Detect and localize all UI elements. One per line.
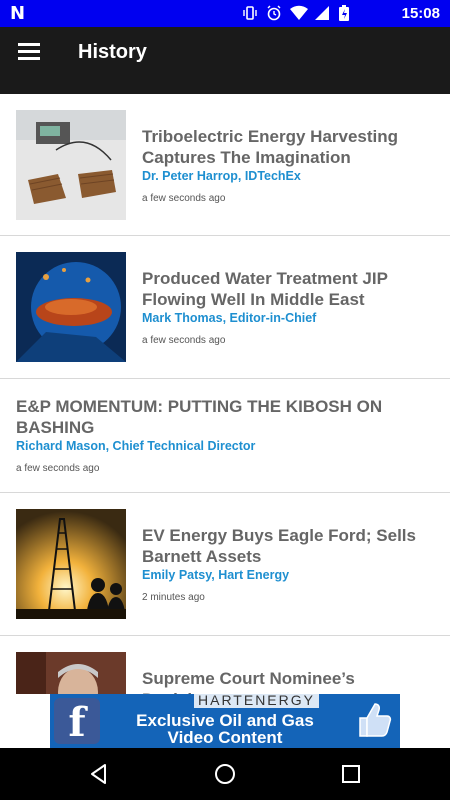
article-author: Dr. Peter Harrop, IDTechEx (142, 169, 301, 183)
menu-icon[interactable] (18, 43, 40, 61)
ad-text: Exclusive Oil and Gas Video Content (136, 711, 314, 747)
article-thumbnail (16, 509, 126, 620)
status-clock: 15:08 (401, 5, 440, 22)
ad-banner[interactable]: f HARTENERGY Exclusive Oil and Gas Video… (0, 694, 450, 748)
article-title[interactable]: Supreme Court Nominee’s Decisions (142, 668, 432, 694)
article-time: a few seconds ago (142, 193, 226, 204)
list-item[interactable]: Supreme Court Nominee’s Decisions (0, 636, 450, 694)
app-bar: History (0, 27, 450, 94)
wifi-icon (290, 5, 308, 21)
article-title[interactable]: E&P MOMENTUM: PUTTING THE KIBOSH ON BASH… (16, 396, 416, 438)
article-title[interactable]: EV Energy Buys Eagle Ford; Sells Barnett… (142, 525, 432, 567)
list-item[interactable]: EV Energy Buys Eagle Ford; Sells Barnett… (0, 493, 450, 636)
article-thumbnail (16, 110, 126, 220)
article-time: a few seconds ago (142, 335, 226, 346)
list-item[interactable]: Produced Water Treatment JIP Flowing Wel… (0, 236, 450, 379)
ad-content[interactable]: f HARTENERGY Exclusive Oil and Gas Video… (50, 694, 400, 748)
article-thumbnail (16, 652, 126, 694)
vibrate-icon (242, 5, 258, 21)
list-item[interactable]: E&P MOMENTUM: PUTTING THE KIBOSH ON BASH… (0, 379, 450, 493)
recents-icon[interactable] (339, 762, 363, 786)
article-author: Mark Thomas, Editor-in-Chief (142, 311, 317, 325)
ad-brand: HARTENERGY (194, 694, 319, 708)
list-item[interactable]: Triboelectric Energy Harvesting Captures… (0, 94, 450, 236)
article-title[interactable]: Triboelectric Energy Harvesting Captures… (142, 126, 432, 168)
thumbs-up-icon (359, 703, 392, 737)
home-icon[interactable] (213, 762, 237, 786)
article-author: Richard Mason, Chief Technical Director (16, 439, 256, 453)
notification-n-icon: N (10, 3, 26, 24)
back-icon[interactable] (87, 762, 111, 786)
article-time: 2 minutes ago (142, 592, 205, 603)
system-nav-bar (0, 748, 450, 800)
article-title[interactable]: Produced Water Treatment JIP Flowing Wel… (142, 268, 432, 310)
article-author: Emily Patsy, Hart Energy (142, 568, 290, 582)
alarm-icon (266, 5, 282, 21)
page-title: History (78, 41, 147, 63)
cell-signal-icon (314, 5, 330, 21)
history-list[interactable]: Triboelectric Energy Harvesting Captures… (0, 94, 450, 694)
article-thumbnail (16, 252, 126, 362)
article-time: a few seconds ago (16, 463, 100, 474)
facebook-icon: f (54, 698, 100, 746)
battery-icon (338, 5, 354, 21)
status-bar: N 15:08 (0, 0, 450, 27)
